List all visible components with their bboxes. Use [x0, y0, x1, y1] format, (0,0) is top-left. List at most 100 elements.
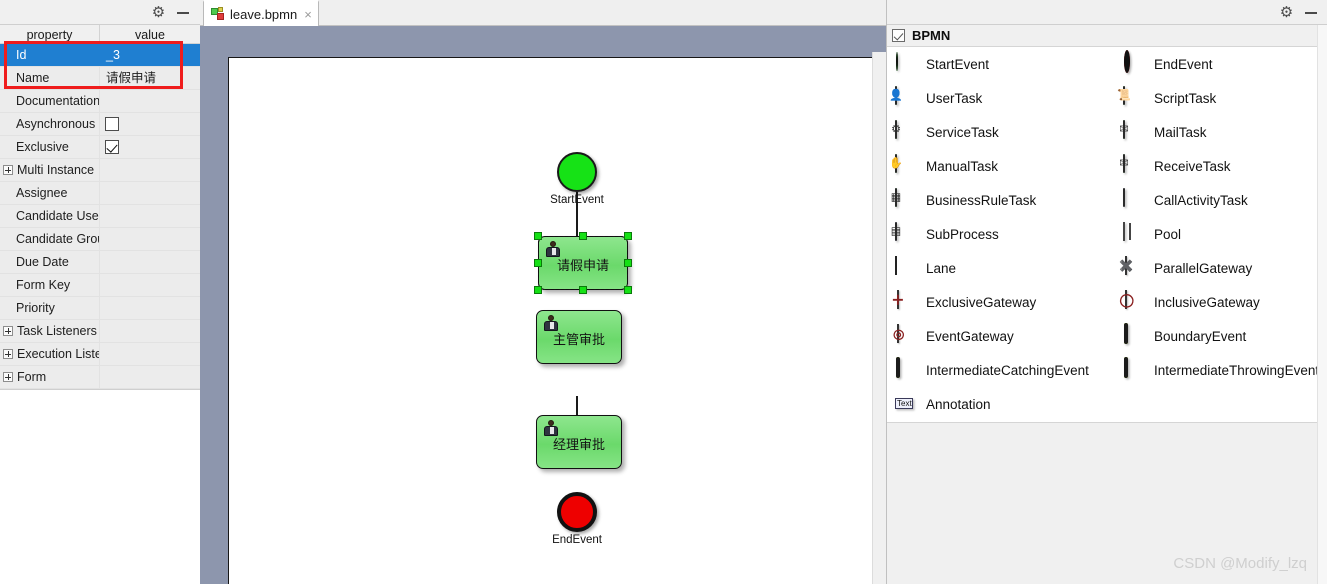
palette-item-manualtask[interactable]: ✋ ManualTask [887, 149, 998, 183]
palette-item-mailtask[interactable]: ✉ MailTask [1115, 115, 1207, 149]
palette-item-eventgateway[interactable]: ◎ EventGateway [887, 319, 1014, 353]
palette-item-label: ExclusiveGateway [926, 294, 1037, 310]
diagram-node-user-task-3[interactable]: 经理审批 [536, 415, 622, 469]
property-row[interactable]: Documentation [0, 90, 200, 113]
property-row[interactable]: Asynchronous [0, 113, 200, 136]
resize-handle-s[interactable] [579, 286, 587, 294]
diagram-node-end-event[interactable] [557, 492, 597, 532]
property-row-value-text: 请假申请 [106, 71, 157, 85]
palette-item-scripttask[interactable]: 📜 ScriptTask [1115, 81, 1216, 115]
gear-icon[interactable]: ⚙ [1278, 4, 1295, 21]
palette-item-usertask[interactable]: 👤 UserTask [887, 81, 982, 115]
palette-item-startevent[interactable]: StartEvent [887, 47, 989, 81]
diagram-node-user-task-2[interactable]: 主管审批 [536, 310, 622, 364]
property-row-name-text: Name [16, 71, 50, 85]
property-row-name-text: Form Key [16, 278, 71, 292]
property-row-value[interactable] [100, 343, 200, 365]
end-event-icon [1123, 50, 1145, 75]
gear-icon[interactable]: ⚙ [150, 4, 167, 21]
property-row-value[interactable] [100, 320, 200, 342]
property-row-value[interactable] [100, 182, 200, 204]
palette-group-checkbox[interactable] [892, 29, 905, 42]
palette-item-boundaryevent[interactable]: BoundaryEvent [1115, 319, 1246, 353]
palette-item-annotation[interactable]: Text Annotation [887, 387, 991, 421]
tab-leave-bpmn[interactable]: leave.bpmn × [203, 0, 319, 26]
palette-item-lane[interactable]: Lane [887, 251, 956, 285]
palette-item-endevent[interactable]: EndEvent [1115, 47, 1213, 81]
gear-glyph: ⚙ [151, 4, 166, 21]
service-task-icon: ⚙ [891, 120, 917, 143]
property-row-name-text: Assignee [16, 186, 68, 200]
property-row-value[interactable] [100, 251, 200, 273]
diagram-page[interactable]: StartEvent 请假申请 主管审批 经理审批 EndEvent [228, 57, 886, 584]
close-icon[interactable]: × [302, 7, 312, 22]
property-row[interactable]: Exclusive [0, 136, 200, 159]
resize-handle-nw[interactable] [534, 232, 542, 240]
app-window: ⚙ property value Id _3 Name 请假申请 Documentati… [0, 0, 1327, 584]
property-row-value[interactable] [100, 366, 200, 388]
checkbox-checked[interactable] [105, 140, 119, 154]
expand-icon[interactable] [3, 349, 13, 359]
palette-item-subprocess[interactable]: ▤ SubProcess [887, 217, 999, 251]
palette-item-servicetask[interactable]: ⚙ ServiceTask [887, 115, 999, 149]
property-row[interactable]: Candidate Groups [0, 228, 200, 251]
palette-item-label: IntermediateCatchingEvent [926, 362, 1089, 378]
property-row-value[interactable] [100, 205, 200, 227]
checkbox-unchecked[interactable] [105, 117, 119, 131]
property-row-value[interactable] [100, 90, 200, 112]
property-row-value[interactable]: _3 [100, 44, 200, 66]
resize-handle-e[interactable] [624, 259, 632, 267]
property-row-value[interactable] [100, 113, 200, 135]
property-row-value[interactable] [100, 159, 200, 181]
property-row[interactable]: Candidate Users [0, 205, 200, 228]
diagram-node-user-task-3-label: 经理审批 [552, 438, 605, 454]
property-row-value[interactable] [100, 297, 200, 319]
property-row[interactable]: Form [0, 366, 200, 389]
resize-handle-n[interactable] [579, 232, 587, 240]
minimize-icon[interactable] [175, 4, 192, 21]
palette-item-callactivitytask[interactable]: CallActivityTask [1115, 183, 1248, 217]
expand-icon[interactable] [3, 372, 13, 382]
property-row-name: Task Listeners [0, 320, 100, 342]
property-row[interactable]: Form Key [0, 274, 200, 297]
resize-handle-se[interactable] [624, 286, 632, 294]
palette-item-receivetask[interactable]: ✉ ReceiveTask [1115, 149, 1231, 183]
palette-item-businessruletask[interactable]: ▦ BusinessRuleTask [887, 183, 1036, 217]
property-row[interactable]: Task Listeners [0, 320, 200, 343]
property-row-value[interactable]: 请假申请 [100, 67, 200, 89]
pool-icon [1123, 222, 1145, 245]
palette-item-intermediatecatchingevent[interactable]: IntermediateCatchingEvent [887, 353, 1089, 387]
property-row-value[interactable] [100, 136, 200, 158]
resize-handle-sw[interactable] [534, 286, 542, 294]
resize-handle-w[interactable] [534, 259, 542, 267]
editor-vertical-scrollbar[interactable] [872, 52, 886, 584]
inclusive-gateway-icon: ◯ [1115, 289, 1137, 310]
palette-item-exclusivegateway[interactable]: ✕ ExclusiveGateway [887, 285, 1036, 319]
property-row[interactable]: Priority [0, 297, 200, 320]
column-header-property[interactable]: property [0, 25, 100, 44]
property-row[interactable]: Name 请假申请 [0, 67, 200, 90]
palette-vertical-scrollbar[interactable] [1317, 25, 1327, 584]
palette-item-intermediatethrowingevent[interactable]: IntermediateThrowingEvent [1115, 353, 1319, 387]
property-row-value[interactable] [100, 274, 200, 296]
property-row[interactable]: Execution Listeners [0, 343, 200, 366]
property-row[interactable]: Multi Instance [0, 159, 200, 182]
column-header-value[interactable]: value [100, 25, 200, 44]
property-row-name: Multi Instance [0, 159, 100, 181]
resize-handle-ne[interactable] [624, 232, 632, 240]
minimize-icon[interactable] [1303, 4, 1320, 21]
palette-item-inclusivegateway[interactable]: ◯ InclusiveGateway [1115, 285, 1260, 319]
expand-icon[interactable] [3, 165, 13, 175]
property-row-value[interactable] [100, 228, 200, 250]
property-row[interactable]: Id _3 [0, 44, 200, 67]
property-row[interactable]: Due Date [0, 251, 200, 274]
palette-item-parallelgateway[interactable]: ➕ ParallelGateway [1115, 251, 1252, 285]
diagram-node-user-task-2-label: 主管审批 [552, 333, 605, 349]
palette-item-pool[interactable]: Pool [1115, 217, 1181, 251]
diagram-canvas[interactable]: StartEvent 请假申请 主管审批 经理审批 EndEvent [200, 26, 886, 584]
palette-group-header[interactable]: BPMN [887, 25, 1327, 47]
diagram-node-end-event-label: EndEvent [552, 534, 602, 546]
diagram-node-start-event[interactable] [557, 152, 597, 192]
expand-icon[interactable] [3, 326, 13, 336]
property-row[interactable]: Assignee [0, 182, 200, 205]
